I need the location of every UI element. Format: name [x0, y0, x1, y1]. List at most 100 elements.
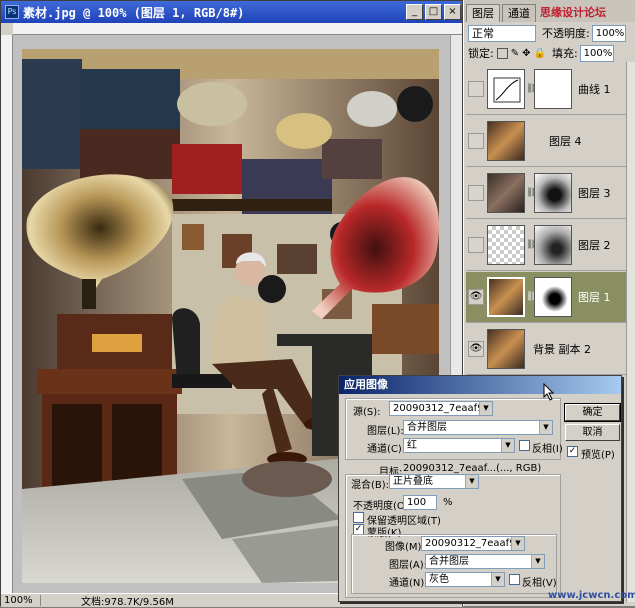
chevron-down-icon: ▼	[491, 573, 504, 586]
lock-transparency-icon[interactable]	[496, 47, 508, 59]
mask-layer-label: 图层(A):	[389, 560, 428, 571]
minimize-button[interactable]: _	[406, 4, 423, 20]
chevron-down-icon: ▼	[531, 555, 544, 568]
dialog-title[interactable]: 应用图像	[339, 376, 621, 394]
preview-checkbox[interactable]: ✓	[567, 446, 578, 457]
mouse-cursor-icon	[543, 383, 555, 401]
layer-mask-thumbnail[interactable]	[534, 173, 572, 213]
visibility-toggle[interactable]	[468, 81, 484, 97]
opacity-value: 100	[407, 497, 427, 508]
lock-image-icon[interactable]: ✎	[511, 48, 519, 59]
opacity-unit: %	[443, 497, 453, 508]
layer-thumbnail[interactable]	[487, 225, 525, 265]
mask-image-select[interactable]: 20090312_7eaaf9aa3d0... ▼	[421, 536, 525, 551]
visibility-toggle[interactable]	[468, 133, 484, 149]
layer-select[interactable]: 合并图层 ▼	[403, 420, 553, 435]
source-select[interactable]: 20090312_7eaaf9aa3d0... ▼	[389, 401, 493, 416]
chevron-down-icon: ▼	[501, 439, 514, 452]
blending-value: 正片叠底	[393, 476, 433, 487]
layer-label: 图层(L):	[367, 426, 404, 437]
lock-label: 锁定:	[468, 47, 494, 60]
apply-image-dialog: 应用图像 源(S): 20090312_7eaaf9aa3d0... ▼ 图层(…	[338, 375, 622, 602]
layer-thumbnail[interactable]	[487, 173, 525, 213]
mask-invert-checkbox[interactable]	[509, 574, 520, 585]
tab-layers[interactable]: 图层	[466, 4, 500, 22]
mask-image-value: 20090312_7eaaf9aa3d0...	[425, 538, 525, 549]
horizontal-ruler	[13, 23, 462, 35]
layer-mask-thumbnail[interactable]	[534, 225, 572, 265]
mask-layer-value: 合并图层	[429, 556, 469, 567]
photoshop-document-icon: Ps	[5, 5, 19, 19]
link-icon: ⛓	[526, 292, 538, 302]
vertical-ruler	[1, 35, 13, 593]
layer-name[interactable]: 背景 副本 2	[533, 341, 591, 357]
layer-row-background-copy-2[interactable]: 👁 背景 副本 2	[466, 324, 628, 375]
mask-layer-select[interactable]: 合并图层 ▼	[425, 554, 545, 569]
blending-label: 混合(B):	[351, 480, 390, 491]
watermark-top-right: 思缘设计论坛	[540, 6, 606, 19]
layer-row-2[interactable]: ⛓ 图层 2	[466, 220, 628, 271]
blend-row: 正常 不透明度: 100%	[468, 23, 634, 43]
zoom-level[interactable]: 100%	[1, 595, 41, 606]
chevron-down-icon: ▼	[539, 421, 552, 434]
mask-channel-value: 灰色	[429, 574, 449, 585]
close-button[interactable]: ×	[444, 4, 461, 20]
lock-position-icon[interactable]: ✥	[522, 48, 530, 59]
layer-thumbnail[interactable]	[487, 277, 525, 317]
eye-icon[interactable]: 👁	[468, 341, 484, 357]
blending-select[interactable]: 正片叠底 ▼	[389, 474, 479, 489]
layer-row-4[interactable]: 图层 4	[466, 116, 628, 167]
layer-mask-thumbnail[interactable]	[534, 69, 572, 109]
layer-name[interactable]: 图层 2	[578, 237, 611, 253]
target-value: 20090312_7eaaf...(..., RGB)	[403, 463, 542, 474]
preserve-transparency-checkbox[interactable]	[353, 512, 364, 523]
document-titlebar[interactable]: Ps 素材.jpg @ 100% (图层 1, RGB/8#)	[1, 1, 462, 23]
mask-channel-select[interactable]: 灰色 ▼	[425, 572, 505, 587]
layers-scrollbar[interactable]	[626, 62, 635, 602]
link-icon: ⛓	[526, 240, 538, 250]
maximize-button[interactable]: □	[425, 4, 442, 20]
watermark-bottom-right: www.jcwcn.com	[548, 590, 635, 601]
eye-icon[interactable]: 👁	[468, 289, 484, 305]
fill-field[interactable]: 100%	[579, 44, 614, 62]
chevron-down-icon: ▼	[465, 475, 478, 488]
link-icon: ⛓	[526, 84, 538, 94]
layer-row-3[interactable]: ⛓ 图层 3	[466, 168, 628, 219]
layer-mask-thumbnail[interactable]	[534, 277, 572, 317]
visibility-toggle[interactable]	[468, 237, 484, 253]
blend-mode-value: 正常	[472, 26, 494, 40]
document-title: 素材.jpg @ 100% (图层 1, RGB/8#)	[23, 5, 245, 20]
layer-thumbnail[interactable]	[487, 121, 525, 161]
curves-adjustment-icon	[487, 69, 525, 109]
layer-row-1[interactable]: 👁 ⛓ 图层 1	[466, 272, 628, 323]
channel-select[interactable]: 红 ▼	[403, 438, 515, 453]
opacity-label: 不透明度:	[542, 27, 590, 40]
source-label: 源(S):	[353, 407, 381, 418]
preview-label: 预览(P)	[581, 450, 615, 461]
opacity-field[interactable]: 100%	[591, 24, 626, 42]
opacity-input[interactable]: 100	[403, 495, 437, 510]
cancel-button[interactable]: 取消	[565, 424, 620, 441]
layer-name[interactable]: 图层 3	[578, 185, 611, 201]
tab-channels[interactable]: 通道	[502, 4, 536, 22]
layer-value: 合并图层	[407, 422, 447, 433]
ok-button[interactable]: 确定	[564, 403, 621, 422]
blend-mode-select[interactable]: 正常	[468, 24, 536, 42]
layer-name[interactable]: 图层 1	[578, 289, 611, 305]
layer-name[interactable]: 图层 4	[549, 133, 582, 149]
source-value: 20090312_7eaaf9aa3d0...	[393, 403, 493, 414]
link-icon: ⛓	[526, 188, 538, 198]
lock-all-icon[interactable]: 🔒	[534, 48, 546, 59]
layer-thumbnail[interactable]	[487, 329, 525, 369]
invert-checkbox[interactable]	[519, 440, 530, 451]
fill-label: 填充:	[551, 47, 578, 60]
channel-label: 通道(C):	[367, 444, 406, 455]
mask-channel-label: 通道(N):	[389, 578, 428, 589]
lock-row: 锁定: ✎ ✥ 🔒 填充: 100%	[468, 43, 634, 63]
layer-name[interactable]: 曲线 1	[578, 81, 611, 97]
layer-row-curves[interactable]: ⛓ 曲线 1	[466, 64, 628, 115]
visibility-toggle[interactable]	[468, 185, 484, 201]
channel-value: 红	[407, 440, 417, 451]
chevron-down-icon: ▼	[511, 537, 524, 550]
invert-label: 反相(I)	[532, 444, 563, 455]
